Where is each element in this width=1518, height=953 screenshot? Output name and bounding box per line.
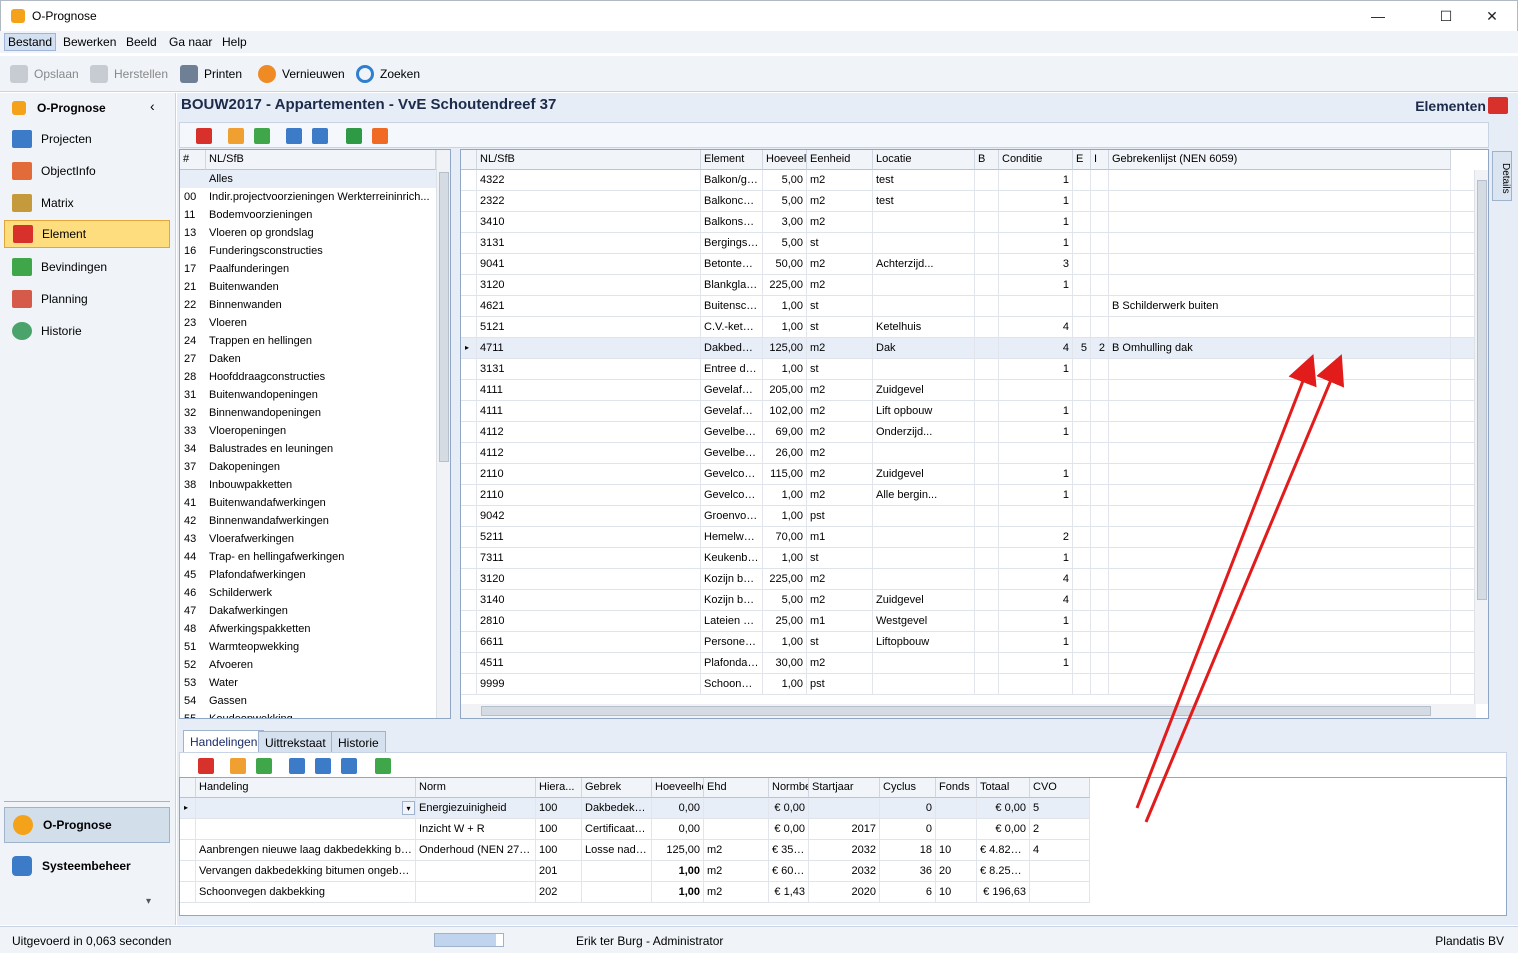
status-text: Uitgevoerd in 0,063 seconden: [12, 934, 172, 948]
progress-fill: [435, 934, 497, 946]
arrow-e: [1135, 354, 1317, 809]
status-bar: Uitgevoerd in 0,063 seconden Erik ter Bu…: [0, 926, 1518, 953]
status-user: Erik ter Burg - Administrator: [576, 934, 724, 948]
progress-bar: [434, 933, 504, 947]
arrow-i: [1144, 354, 1345, 823]
annotation-arrows: [1135, 354, 1345, 823]
status-company: Plandatis BV: [1435, 934, 1504, 948]
